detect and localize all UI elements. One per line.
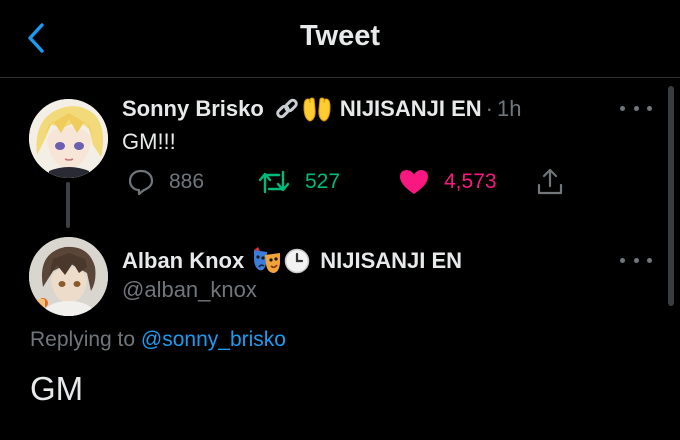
parent-tweet-header: Sonny Brisko NIJISANJI EN · 1h [122, 94, 521, 124]
raised-hands-icon [302, 94, 332, 124]
like-button[interactable]: 4,573 [398, 166, 497, 198]
tweet-text: GM!!! [122, 129, 176, 154]
display-name[interactable]: Alban Knox [122, 248, 244, 274]
heart-icon [400, 170, 428, 194]
reply-icon [128, 169, 154, 196]
avatar-alban-knox[interactable] [29, 237, 108, 316]
user-handle[interactable]: @alban_knox [122, 277, 257, 303]
replying-to-label: Replying to [30, 328, 136, 351]
share-icon [537, 168, 563, 195]
affiliation-label: NIJISANJI EN [339, 96, 482, 121]
retweet-icon [258, 170, 290, 194]
theater-masks-icon [252, 246, 282, 276]
timestamp[interactable]: 1h [497, 96, 521, 122]
thread-connector [66, 182, 70, 228]
link-icon [272, 94, 302, 124]
page-title: Tweet [299, 20, 381, 52]
separator: · [485, 96, 493, 121]
like-count: 4,573 [444, 170, 497, 193]
reply-tweet-text: GM [30, 370, 84, 407]
more-options-icon[interactable] [620, 250, 652, 270]
share-button[interactable] [536, 166, 564, 198]
reply-count: 886 [169, 170, 205, 193]
top-bar: Tweet [0, 0, 680, 78]
replying-to-mention[interactable]: @sonny_brisko [141, 328, 286, 351]
clock-icon [282, 246, 312, 276]
reply-tweet-header: Alban Knox NIJISANJI EN [122, 246, 462, 276]
more-options-icon[interactable] [620, 98, 652, 118]
retweet-count: 527 [305, 170, 341, 193]
affiliation-label: NIJISANJI EN [320, 248, 463, 273]
display-name[interactable]: Sonny Brisko [122, 96, 264, 122]
replying-to-line: Replying to @sonny_brisko [30, 328, 286, 352]
scrollbar[interactable] [668, 86, 674, 306]
action-bar: 886 527 4,573 [122, 166, 572, 198]
retweet-button[interactable]: 527 [257, 166, 340, 198]
avatar-sonny-brisko[interactable] [29, 99, 108, 178]
reply-button[interactable]: 886 [127, 166, 204, 198]
